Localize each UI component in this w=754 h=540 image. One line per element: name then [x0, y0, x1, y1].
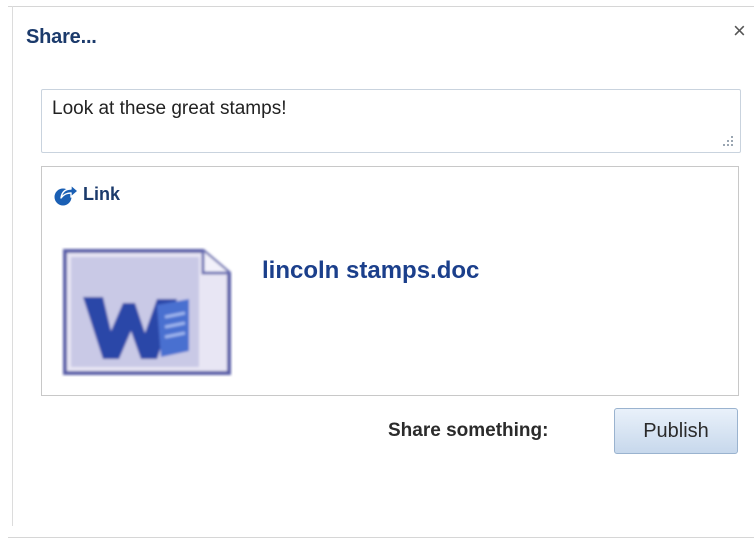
word-document-icon[interactable]: [61, 247, 233, 377]
link-label: Link: [83, 183, 121, 204]
publish-button[interactable]: Publish: [614, 408, 738, 454]
left-divider: [12, 6, 13, 526]
share-label: Share something:: [388, 420, 549, 441]
resize-grip-icon[interactable]: [720, 136, 734, 148]
link-header: Link: [53, 180, 120, 208]
bottom-divider: [8, 537, 754, 538]
dialog-title: Share...: [26, 26, 97, 48]
close-icon[interactable]: ×: [733, 18, 754, 44]
message-text[interactable]: Look at these great stamps!: [52, 98, 286, 120]
message-input[interactable]: Look at these great stamps!: [41, 89, 741, 153]
document-link[interactable]: lincoln stamps.doc: [262, 257, 479, 285]
link-preview-panel: Link lincoln stamps.doc: [41, 166, 739, 396]
share-arrow-icon: [54, 184, 79, 206]
top-divider: [8, 6, 754, 7]
